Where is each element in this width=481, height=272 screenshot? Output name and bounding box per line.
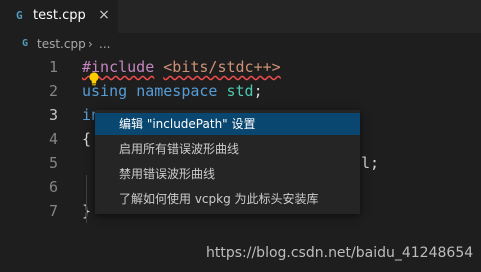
semicolon: ; [253,82,263,100]
tab-test-cpp[interactable]: G test.cpp × [0,0,118,33]
tab-bar: G test.cpp × [0,0,481,33]
lightbulb-icon[interactable] [88,72,100,86]
close-icon[interactable]: × [96,6,112,24]
menu-item-edit-includepath[interactable]: 编辑 "includePath" 设置 [95,113,360,135]
menu-item-enable-squiggles[interactable]: 启用所有错误波形曲线 [95,138,360,160]
line-number: 3 [48,106,58,124]
breadcrumb-file[interactable]: test.cpp [37,36,86,52]
menu-item-disable-squiggles[interactable]: 禁用错误波形曲线 [95,163,360,185]
quick-fix-menu: 编辑 "includePath" 设置 启用所有错误波形曲线 禁用错误波形曲线 … [95,110,360,214]
include-header: <bits/stdc++> [163,58,281,76]
breadcrumb-symbols[interactable]: ... [99,36,110,52]
line-number: 7 [48,202,58,220]
breadcrumb: G test.cpp › ... [0,33,481,55]
menu-item-vcpkg-install[interactable]: 了解如何使用 vcpkg 为此标头安装库 [95,188,360,210]
code-line-4: { [82,127,91,151]
line-number: 2 [48,82,58,100]
code-line-2: using namespace std; [82,79,263,103]
line-number: 6 [48,178,58,196]
namespace-std: std [226,82,254,100]
line-number: 5 [48,154,58,172]
code-line-1: #include <bits/stdc++> [82,55,281,79]
chevron-right-icon: › [88,37,93,51]
open-brace: { [82,130,92,148]
indent-guide [86,175,87,223]
code-line-5: l; [361,151,379,175]
tab-label: test.cpp [33,8,86,23]
line-number: 1 [48,58,58,76]
cpp-file-icon: G [22,38,29,49]
watermark: https://blog.csdn.net/baidu_41248654 [206,245,474,261]
cpp-file-icon: G [16,9,23,22]
code-fragment: l; [361,154,380,172]
line-number: 4 [48,130,58,148]
keyword-namespace: namespace [136,82,218,100]
